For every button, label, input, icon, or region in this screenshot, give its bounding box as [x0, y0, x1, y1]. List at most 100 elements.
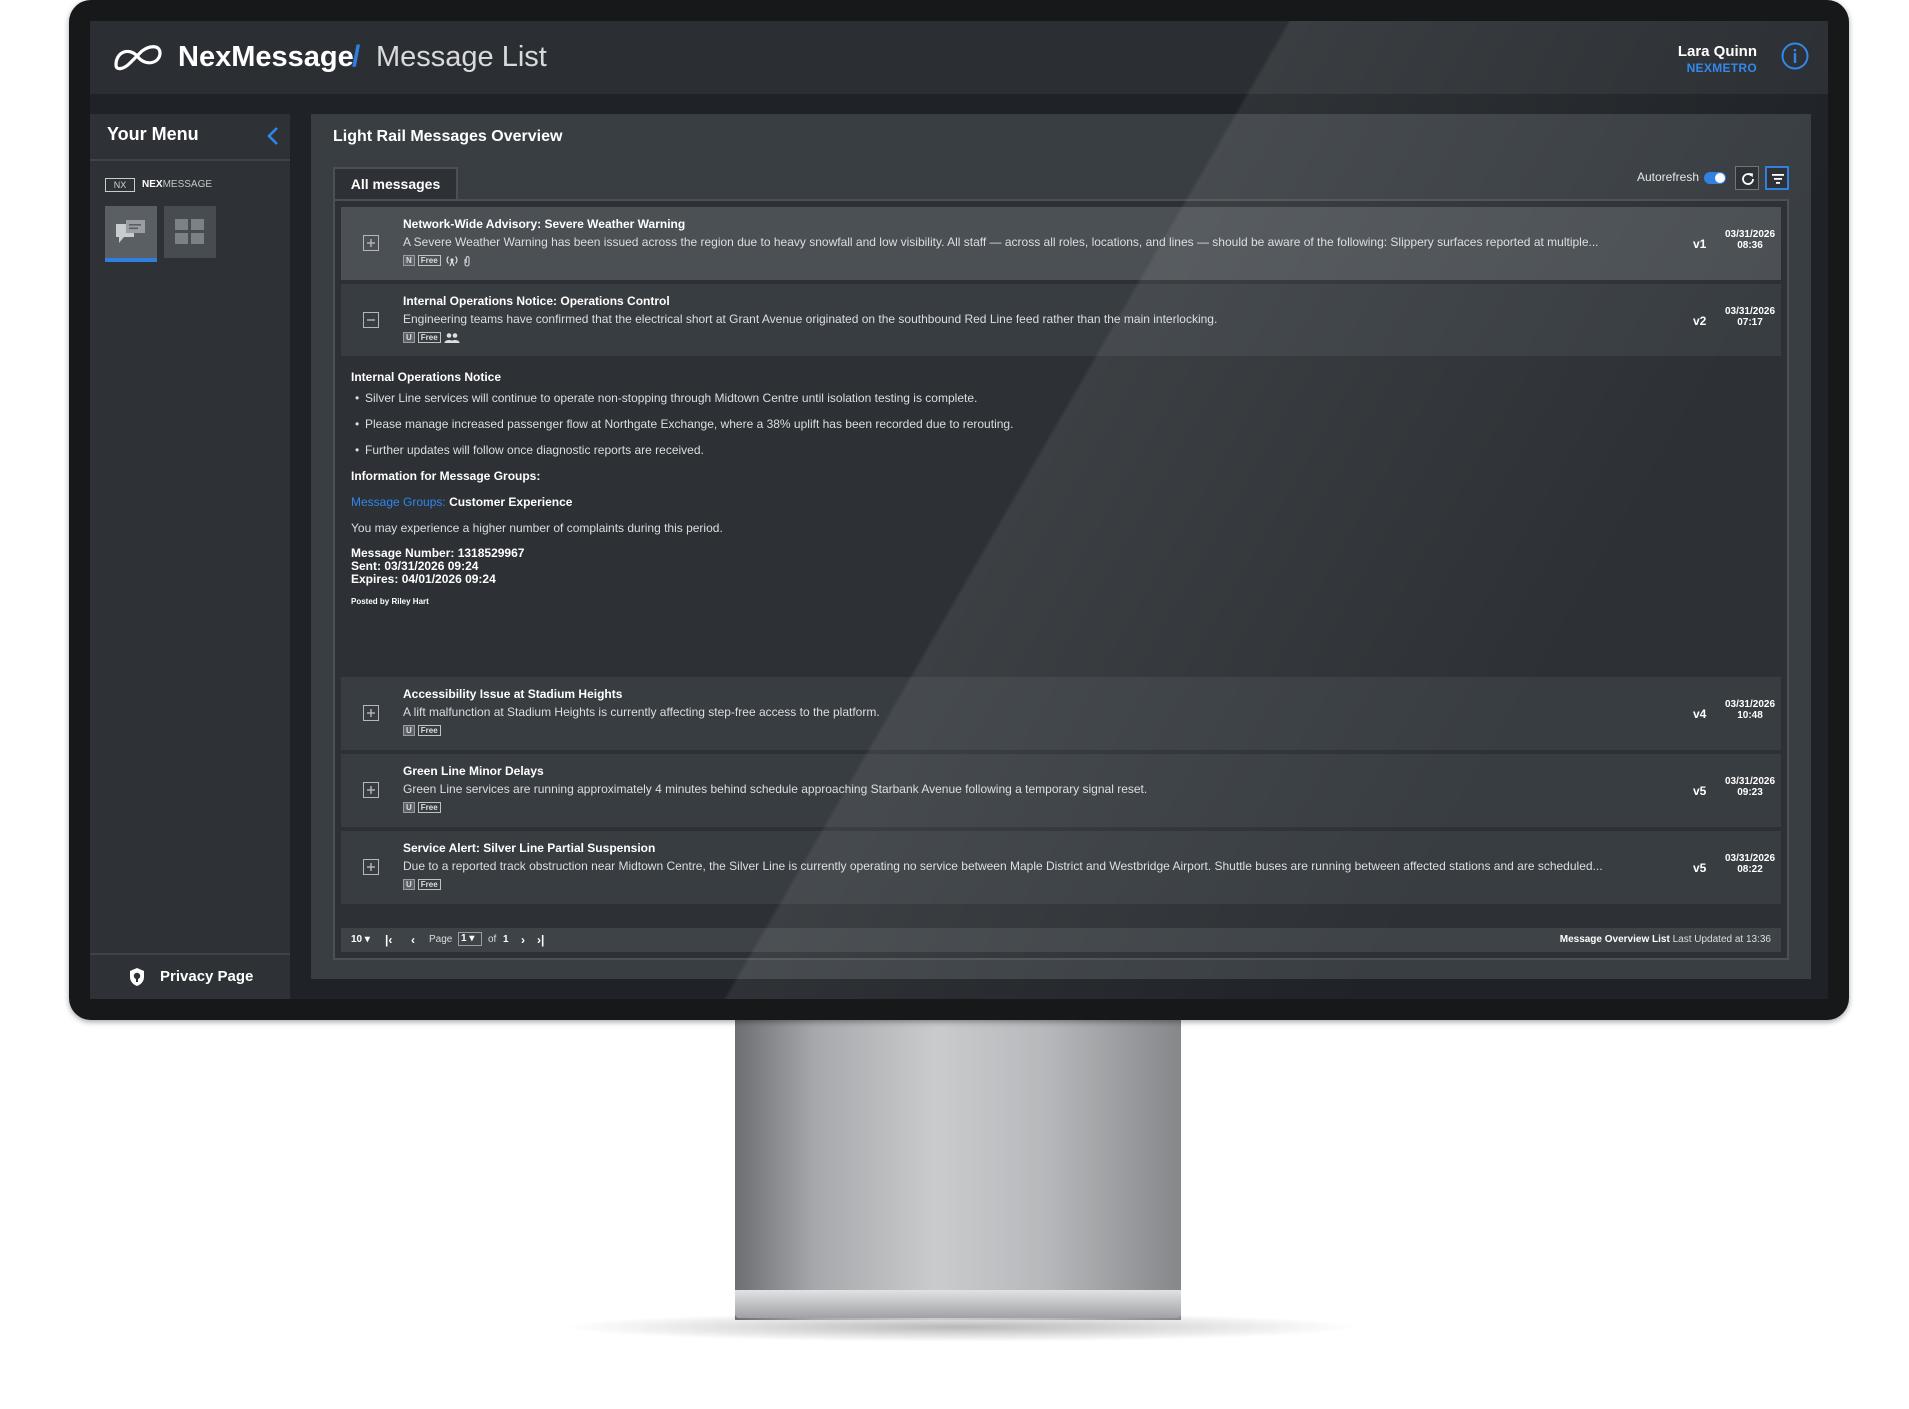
last-updated-time: Last Updated at 13:36: [1672, 934, 1771, 945]
app-tag: NX: [105, 178, 135, 192]
message-version: v4: [1693, 707, 1707, 721]
page-size-value: 10: [351, 934, 363, 945]
refresh-button[interactable]: [1735, 166, 1759, 190]
info-icon[interactable]: [1780, 41, 1810, 71]
screen: NexMessage / Message List Lara Quinn NEX…: [90, 21, 1828, 999]
chevron-down-icon: ▾: [364, 934, 370, 945]
message-row[interactable]: Network-Wide Advisory: Severe Weather Wa…: [341, 207, 1781, 280]
sidebar-item-messages[interactable]: [105, 206, 157, 262]
app-label-bold: NEX: [142, 179, 163, 190]
expand-icon[interactable]: [363, 235, 379, 251]
message-version: v5: [1693, 861, 1707, 875]
autorefresh-toggle[interactable]: [1704, 172, 1726, 184]
group-icon: [444, 333, 460, 343]
sidebar: Your Menu NX NEXMESSAGE Privacy Page: [90, 114, 290, 999]
detail-bullet: Further updates will follow once diagnos…: [355, 443, 704, 457]
main-panel: Light Rail Messages Overview All message…: [311, 114, 1811, 979]
detail-bullet: Silver Line services will continue to op…: [355, 391, 977, 405]
message-time: 08:22: [1737, 864, 1763, 875]
monitor-stand-base: [735, 1290, 1181, 1318]
message-date: 03/31/2026: [1724, 699, 1776, 710]
pagination-bar: 10 ▾ |‹ ‹ Page 1 ▾ of 1 › ›| Message Ove…: [341, 928, 1781, 952]
message-group-value: Customer Experience: [449, 495, 573, 509]
status-tag: Free: [417, 255, 441, 266]
shield-icon: [130, 968, 144, 986]
expand-icon[interactable]: [363, 859, 379, 875]
message-version: v5: [1693, 784, 1707, 798]
message-row[interactable]: Internal Operations Notice: Operations C…: [341, 284, 1781, 357]
sidebar-divider: [90, 159, 290, 161]
status-tag: Free: [417, 879, 441, 890]
message-tags: U Free: [403, 879, 444, 893]
nexmessage-logo-icon: [114, 45, 162, 71]
message-row[interactable]: Green Line Minor Delays Green Line servi…: [341, 754, 1781, 827]
priority-tag: U: [403, 725, 415, 736]
message-timestamp: 03/31/2026 10:48: [1724, 699, 1776, 721]
user-name[interactable]: Lara Quinn: [1678, 43, 1757, 60]
previous-page-icon[interactable]: ‹: [411, 933, 415, 947]
message-preview: A Severe Weather Warning has been issued…: [403, 235, 1599, 249]
message-version: v2: [1693, 314, 1707, 328]
last-updated-status: Message Overview List Last Updated at 13…: [1560, 934, 1771, 945]
expand-icon[interactable]: [363, 782, 379, 798]
top-bar: NexMessage / Message List Lara Quinn NEX…: [90, 21, 1828, 94]
message-tags: U Free: [403, 725, 444, 739]
message-row[interactable]: Service Alert: Silver Line Partial Suspe…: [341, 831, 1781, 904]
first-page-icon[interactable]: |‹: [385, 933, 392, 947]
groups-note: You may experience a higher number of co…: [351, 521, 723, 535]
message-preview: Due to a reported track obstruction near…: [403, 859, 1603, 873]
priority-tag: U: [403, 802, 415, 813]
filter-icon: [1772, 174, 1784, 184]
refresh-icon: [1742, 173, 1754, 185]
message-timestamp: 03/31/2026 07:17: [1724, 306, 1776, 328]
message-timestamp: 03/31/2026 08:22: [1724, 853, 1776, 875]
total-pages: 1: [503, 934, 509, 945]
message-time: 08:36: [1737, 240, 1763, 251]
message-sent: Sent: 03/31/2026 09:24: [351, 559, 479, 573]
current-page-select[interactable]: 1 ▾: [458, 932, 482, 946]
message-version: v1: [1693, 237, 1707, 251]
next-page-icon[interactable]: ›: [521, 933, 525, 947]
message-tags: U Free: [403, 802, 444, 816]
groups-line: Message Groups: Customer Experience: [351, 495, 572, 509]
message-time: 09:23: [1737, 787, 1763, 798]
privacy-page-link[interactable]: Privacy Page: [90, 953, 290, 999]
sidebar-item-dashboard[interactable]: [164, 206, 216, 258]
last-page-icon[interactable]: ›|: [537, 933, 544, 947]
list-name: Message Overview List: [1559, 934, 1670, 945]
message-title: Internal Operations Notice: Operations C…: [403, 294, 670, 308]
page-size-select[interactable]: 10 ▾: [351, 934, 370, 945]
message-date: 03/31/2026: [1724, 853, 1776, 864]
attachment-icon: [464, 256, 470, 267]
priority-tag: U: [403, 879, 415, 890]
message-preview: Green Line services are running approxim…: [403, 782, 1148, 796]
of-label: of: [488, 934, 497, 945]
app-label-rest: MESSAGE: [162, 179, 213, 190]
tab-all-messages[interactable]: All messages: [333, 167, 458, 199]
current-page-value: 1: [461, 933, 467, 944]
filter-button[interactable]: [1765, 166, 1789, 190]
priority-tag: N: [403, 255, 415, 266]
message-expires: Expires: 04/01/2026 09:24: [351, 572, 496, 586]
message-date: 03/31/2026: [1724, 306, 1776, 317]
page-label: Page: [429, 934, 453, 945]
message-row[interactable]: Accessibility Issue at Stadium Heights A…: [341, 677, 1781, 750]
chevron-left-icon[interactable]: [265, 126, 281, 146]
message-preview: A lift malfunction at Stadium Heights is…: [403, 705, 880, 719]
message-title: Network-Wide Advisory: Severe Weather Wa…: [403, 217, 686, 231]
monitor-bezel: NexMessage / Message List Lara Quinn NEX…: [69, 0, 1849, 1020]
priority-tag: U: [403, 332, 415, 343]
privacy-page-label: Privacy Page: [160, 968, 254, 985]
message-preview: Engineering teams have confirmed that th…: [403, 312, 1218, 326]
message-tags: U Free: [403, 332, 463, 346]
message-tags: N Free: [403, 255, 474, 269]
title-separator: /: [352, 40, 361, 73]
detail-bullet: Please manage increased passenger flow a…: [355, 417, 1013, 431]
expand-icon[interactable]: [363, 705, 379, 721]
message-number: Message Number: 1318529967: [351, 546, 525, 560]
messages-icon: [116, 220, 145, 243]
panel-title: Light Rail Messages Overview: [333, 128, 563, 145]
message-timestamp: 03/31/2026 09:23: [1724, 776, 1776, 798]
message-groups-link[interactable]: Message Groups:: [351, 495, 446, 509]
collapse-icon[interactable]: [363, 312, 379, 328]
